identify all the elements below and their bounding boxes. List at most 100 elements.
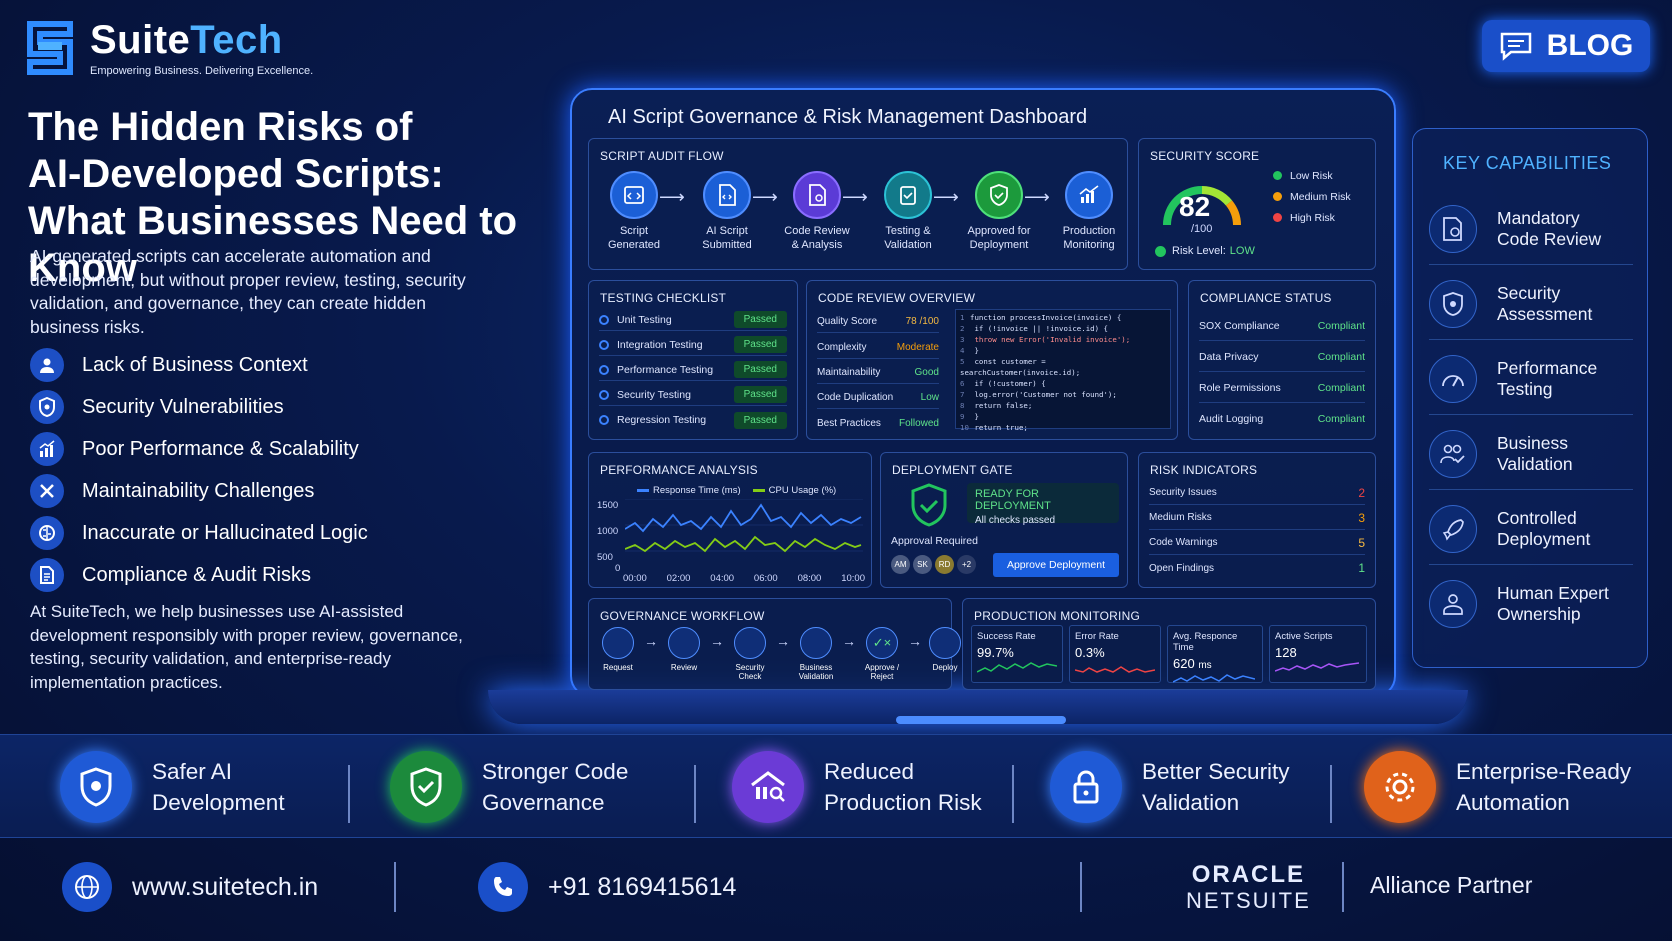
divider [1080, 862, 1082, 912]
arrow-right-icon: → [842, 633, 856, 649]
audit-flow-panel: SCRIPT AUDIT FLOW Script Generated ⟶ AI S… [588, 138, 1128, 270]
metric-row: Quality Score 78 /100 [817, 311, 939, 333]
benefit-item: Better Security Validation [1050, 751, 1290, 823]
shield-check-icon [390, 751, 462, 823]
metric-row: Complexity Moderate [817, 337, 939, 359]
code-review-icon [1429, 204, 1477, 253]
workflow-step: Deploy [925, 627, 965, 672]
workflow-step: Review [661, 627, 707, 672]
flow-step[interactable]: Code Review & Analysis [772, 171, 862, 252]
avatar: AM [891, 555, 910, 574]
metric-row: Best Practices Followed [817, 417, 939, 429]
shield-icon [60, 751, 132, 823]
capability-item[interactable]: Performance Testing [1429, 343, 1633, 415]
divider [1012, 765, 1014, 823]
checklist-row: Integration Testing Passed [599, 334, 787, 356]
check-circle-icon [1155, 245, 1166, 257]
metric-row: Maintainability Good [817, 362, 939, 384]
status-badge: Passed [733, 361, 787, 378]
capability-item[interactable]: Mandatory Code Review [1429, 193, 1633, 265]
sparkline [1172, 674, 1256, 683]
brand-logo[interactable]: SuiteTech Empowering Business. Deliverin… [24, 18, 313, 77]
shield-icon [734, 627, 766, 659]
risk-item: Compliance & Audit Risks [30, 554, 500, 596]
metric-card: Error Rate 0.3% [1069, 625, 1161, 683]
testing-checklist-panel: TESTING CHECKLIST Unit Testing Passed Int… [588, 280, 798, 440]
brain-icon [30, 516, 64, 550]
checklist-row: Unit Testing Passed [599, 309, 787, 331]
sparkline [1274, 662, 1360, 672]
divider [394, 862, 396, 912]
deployment-status: READY FOR DEPLOYMENT All checks passed [967, 483, 1119, 526]
blog-button[interactable]: BLOG [1482, 20, 1650, 72]
divider [1342, 862, 1344, 912]
risk-item: Maintainability Challenges [30, 470, 500, 512]
risk-indicator-row: Open Findings 1 [1149, 561, 1365, 575]
rocket-icon [1429, 504, 1477, 553]
sparkline [976, 662, 1058, 673]
workflow-step: Request [595, 627, 641, 672]
risk-list: Lack of Business Context Security Vulner… [30, 344, 500, 596]
capability-item[interactable]: Security Assessment [1429, 268, 1633, 340]
sparkline [1074, 666, 1156, 673]
lock-icon [1050, 751, 1122, 823]
users-icon [800, 627, 832, 659]
metric-row: Code Duplication Low [817, 387, 939, 409]
bar-chart-icon [30, 432, 64, 466]
approve-deployment-button[interactable]: Approve Deployment [993, 553, 1119, 577]
avatar: RD [935, 555, 954, 574]
risk-indicator-row: Medium Risks 3 [1149, 506, 1365, 530]
flow-step[interactable]: Approved for Deployment [954, 171, 1044, 252]
governance-panel: GOVERNANCE WORKFLOW Request → Review → S… [588, 598, 961, 690]
workflow-step: Business Validation [793, 627, 839, 681]
risk-indicator-row: Code Warnings 5 [1149, 531, 1365, 555]
capability-item[interactable]: Business Validation [1429, 418, 1633, 490]
flow-step[interactable]: Script Generated [589, 171, 679, 252]
capability-item[interactable]: Human Expert Ownership [1429, 568, 1633, 640]
code-icon [610, 171, 658, 219]
clipboard-check-icon [884, 171, 932, 219]
website-link[interactable]: www.suitetech.in [62, 862, 318, 912]
brand-name: SuiteTech [90, 18, 283, 62]
governance-steps: Request → Review → Security Check → Busi… [595, 627, 965, 681]
arrow-right-icon: → [776, 633, 790, 649]
avatar: +2 [957, 555, 976, 574]
flow-step[interactable]: Testing & Validation [863, 171, 953, 252]
checklist-row: Performance Testing Passed [599, 359, 787, 381]
flow-step[interactable]: AI Script Submitted [682, 171, 772, 252]
performance-chart [625, 499, 863, 553]
code-snippet: 1 function processInvoice(invoice) { 2 if… [955, 309, 1171, 432]
flow-step[interactable]: Production Monitoring [1044, 171, 1134, 252]
review-icon [668, 627, 700, 659]
security-score-max: /100 [1191, 223, 1213, 235]
risk-indicators-panel: RISK INDICATORS Security Issues 2 Medium … [1138, 452, 1376, 588]
chat-bubble-icon [1500, 32, 1531, 61]
phone-link[interactable]: +91 8169415614 [478, 862, 736, 912]
arrow-right-icon: ⟶ [659, 187, 685, 207]
perf-x-ticks: 00:00 02:00 04:00 06:00 08:00 10:00 [623, 573, 865, 584]
status-badge: Passed [733, 336, 787, 353]
oracle-netsuite-logo: ORACLE NETSUITE [1186, 861, 1311, 914]
globe-icon [62, 862, 112, 912]
document-icon [30, 558, 64, 592]
rocket-icon [929, 627, 961, 659]
footer: www.suitetech.in +91 8169415614 ORACLE NE… [0, 838, 1672, 941]
capability-item[interactable]: Controlled Deployment [1429, 493, 1633, 565]
compliance-row: Data Privacy Compliant [1199, 342, 1365, 372]
users-check-icon [1429, 429, 1477, 478]
brand-tagline: Empowering Business. Delivering Excellen… [90, 65, 314, 77]
divider [1330, 765, 1332, 823]
perf-legend: Response Time (ms) CPU Usage (%) [637, 485, 836, 496]
security-score-value: 82 [1179, 191, 1211, 222]
approver-avatars: AM SK RD +2 [891, 555, 976, 574]
deployment-gate-panel: DEPLOYMENT GATE READY FOR DEPLOYMENT All… [880, 452, 1128, 588]
divider [694, 765, 696, 823]
laptop-notch [896, 716, 1066, 724]
checklist-row: Regression Testing Passed [599, 409, 787, 431]
dashboard-title: AI Script Governance & Risk Management D… [608, 106, 1088, 128]
checklist-row: Security Testing Passed [599, 384, 787, 406]
status-badge: Passed [733, 386, 787, 403]
risk-item: Poor Performance & Scalability [30, 428, 500, 470]
risk-indicator-row: Security Issues 2 [1149, 481, 1365, 505]
review-icon [793, 171, 841, 219]
